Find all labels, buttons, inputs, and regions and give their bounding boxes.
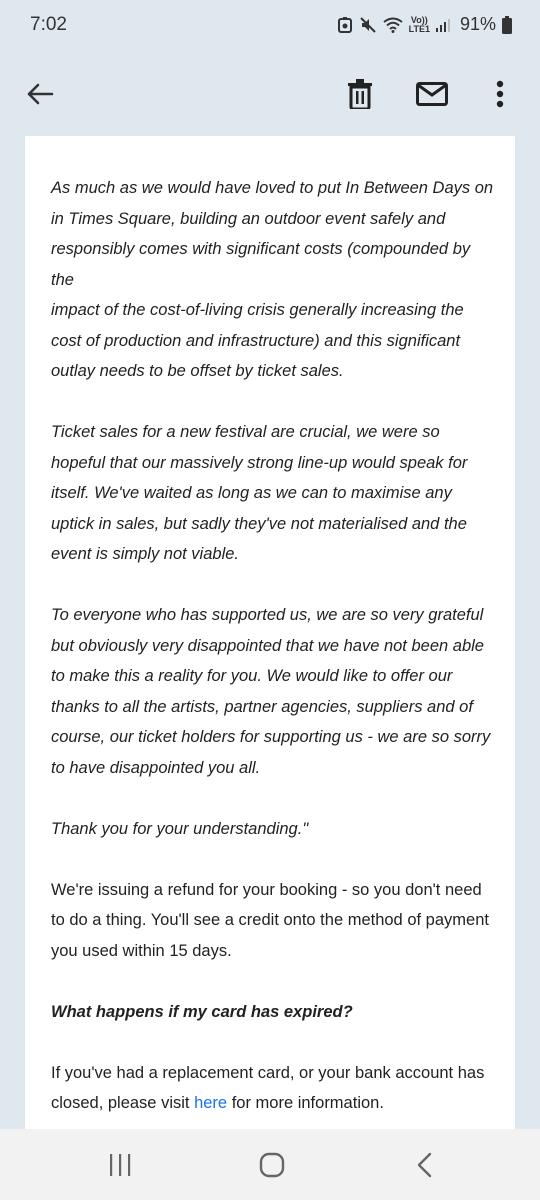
signal-icon	[435, 18, 450, 32]
more-vert-icon	[496, 80, 504, 108]
email-content: As much as we would have loved to put In…	[25, 136, 515, 1129]
back-icon	[417, 1152, 432, 1178]
quote-paragraph-2: Ticket sales for a new festival are cruc…	[51, 423, 468, 563]
mark-unread-button[interactable]	[408, 70, 456, 118]
quote-line: cost of production and infrastructure) a…	[51, 331, 461, 350]
expired-card-heading: What happens if my card has expired?	[51, 1002, 353, 1021]
more-options-button[interactable]	[476, 70, 524, 118]
recent-apps-button[interactable]	[96, 1147, 144, 1183]
mute-icon	[359, 16, 377, 34]
back-arrow-icon	[27, 83, 54, 105]
status-bar: 7:02 Vo)) LTE1 91%	[0, 0, 540, 52]
network-type-label: Vo)) LTE1	[408, 14, 430, 34]
app-bar	[0, 52, 540, 136]
mail-icon	[416, 82, 448, 106]
recent-apps-icon	[110, 1154, 131, 1176]
nav-back-button[interactable]	[400, 1147, 448, 1183]
home-icon	[259, 1152, 285, 1178]
more-info-link[interactable]: here	[194, 1094, 227, 1112]
quote-line: outlay needs to be offset by ticket sale…	[51, 362, 344, 380]
quote-paragraph-4: Thank you for your understanding."	[51, 819, 309, 838]
quote-line: responsibly comes with significant costs…	[51, 240, 471, 258]
trash-icon	[348, 79, 372, 109]
quote-line: As much as we would have loved to put In…	[51, 179, 494, 197]
status-icons: Vo)) LTE1 91%	[337, 14, 512, 35]
system-nav-bar	[0, 1129, 540, 1200]
delete-button[interactable]	[336, 70, 384, 118]
quote-paragraph-3: To everyone who has supported us, we are…	[51, 606, 491, 777]
quote-line: in Times Square, building an outdoor eve…	[51, 209, 446, 228]
wifi-icon	[383, 17, 403, 33]
quote-line: the	[51, 270, 74, 289]
notification-icon	[337, 16, 353, 34]
quote-line: impact of the cost-of-living crisis gene…	[51, 301, 464, 319]
status-time: 7:02	[30, 14, 67, 35]
email-body: As much as we would have loved to put In…	[51, 173, 497, 1129]
home-button[interactable]	[248, 1147, 296, 1183]
expired-card-paragraph: If you've had a replacement card, or you…	[51, 1058, 497, 1119]
back-button[interactable]	[16, 70, 64, 118]
quote-paragraph-1: As much as we would have loved to put In…	[51, 173, 497, 387]
battery-icon	[502, 15, 512, 34]
refund-paragraph: We're issuing a refund for your booking …	[51, 880, 489, 960]
expired-text-after: for more information.	[227, 1094, 384, 1112]
battery-percent: 91%	[459, 14, 496, 34]
